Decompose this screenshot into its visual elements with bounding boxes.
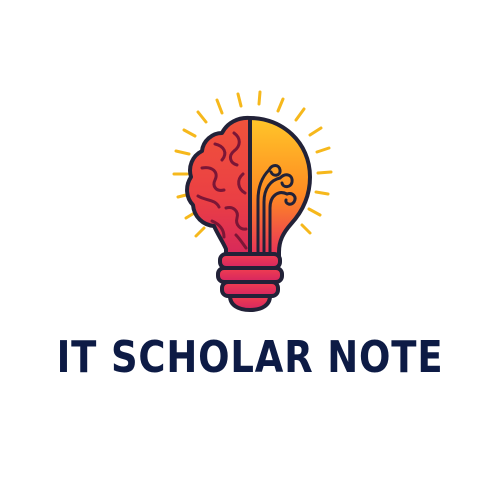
bulb-base	[216, 252, 284, 312]
logo: IT SCHOLAR NOTE	[0, 0, 500, 500]
brand-name: IT SCHOLAR NOTE	[56, 332, 444, 383]
brain-lightbulb-icon	[172, 90, 333, 312]
